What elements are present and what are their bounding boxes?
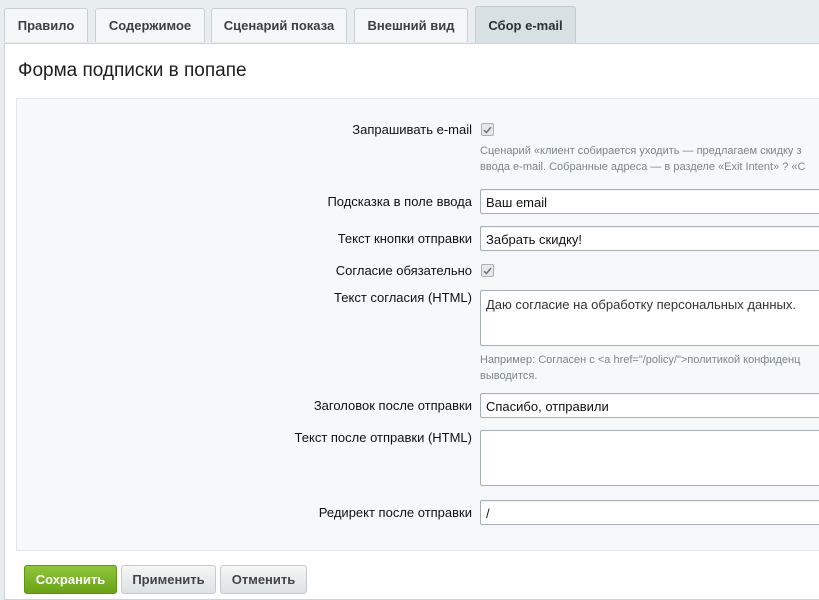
success-title-input[interactable]: Спасибо, отправили [480,393,819,418]
ask-email-label: Запрашивать e-mail [352,122,472,137]
checkmark-icon [483,267,492,275]
button-text-input[interactable]: Забрать скидку! [480,226,819,251]
tab-display-scenario[interactable]: Сценарий показа [211,8,347,42]
checkmark-icon [483,126,492,134]
tab-content[interactable]: Содержимое [95,8,205,42]
ask-email-hint-line-1: Сценарий «клиент собирается уходить — пр… [480,145,802,157]
consent-text-textarea[interactable]: Даю согласие на обработку персональных д… [480,290,819,346]
ask-email-hint-line-2: ввода e-mail. Собранные адреса — в разде… [480,161,806,173]
tab-email-collection[interactable]: Сбор e-mail [475,6,576,43]
redirect-input[interactable]: / [480,500,819,525]
ask-email-hint: Сценарий «клиент собирается уходить — пр… [480,143,819,175]
consent-text-hint: Например: Согласен с <a href="/policy/">… [480,352,819,384]
consent-required-checkbox[interactable] [481,264,494,277]
save-button[interactable]: Сохранить [24,565,117,594]
placeholder-label: Подсказка в поле ввода [327,194,472,209]
tab-bar: Правило Содержимое Сценарий показа Внешн… [0,0,819,43]
tab-rule[interactable]: Правило [4,8,88,42]
apply-button[interactable]: Применить [121,565,216,594]
redirect-label: Редирект после отправки [318,505,472,520]
section-title: Форма подписки в попапе [18,60,247,81]
success-text-label: Текст после отправки (HTML) [294,430,472,445]
tab-appearance[interactable]: Внешний вид [354,8,468,42]
success-title-label: Заголовок после отправки [313,398,472,413]
placeholder-input[interactable]: Ваш email [480,189,819,214]
cancel-button[interactable]: Отменить [220,565,307,594]
success-text-textarea[interactable] [480,430,819,486]
button-text-label: Текст кнопки отправки [337,231,472,246]
ask-email-checkbox[interactable] [481,123,494,136]
consent-text-hint-line-2: выводится. [480,370,538,382]
consent-text-label: Текст согласия (HTML) [334,290,472,305]
consent-text-hint-line-1: Например: Согласен с <a href="/policy/">… [480,354,801,366]
consent-required-label: Согласие обязательно [335,263,472,278]
